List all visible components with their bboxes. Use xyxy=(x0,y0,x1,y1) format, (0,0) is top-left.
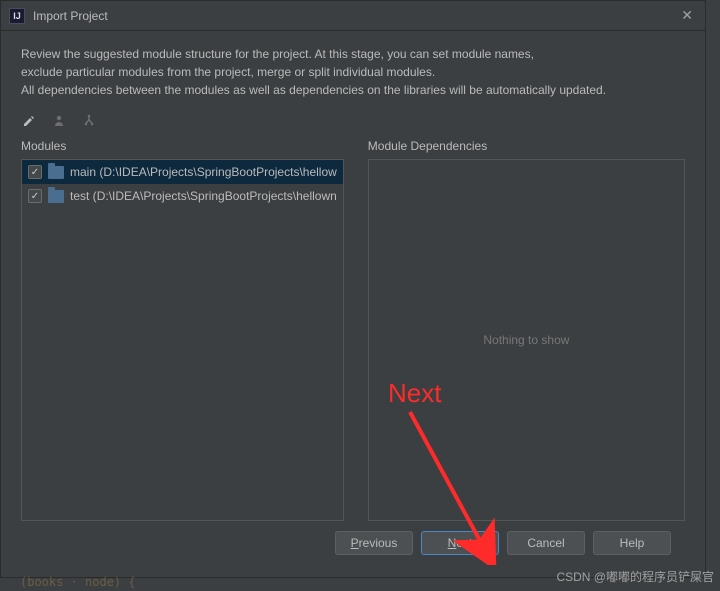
description-line: exclude particular modules from the proj… xyxy=(21,63,685,81)
previous-button[interactable]: Previous xyxy=(335,531,413,555)
toolbar xyxy=(21,111,685,135)
empty-state: Nothing to show xyxy=(483,333,569,347)
split-icon xyxy=(81,113,97,129)
button-bar: Previous Next Cancel Help xyxy=(21,521,685,569)
app-icon: IJ xyxy=(9,8,25,24)
dependencies-column: Module Dependencies Nothing to show xyxy=(368,139,685,521)
module-name: main (D:\IDEA\Projects\SpringBootProject… xyxy=(70,165,337,179)
folder-icon xyxy=(48,166,64,179)
help-button[interactable]: Help xyxy=(593,531,671,555)
module-name: test (D:\IDEA\Projects\SpringBootProject… xyxy=(70,189,337,203)
next-button[interactable]: Next xyxy=(421,531,499,555)
cancel-button[interactable]: Cancel xyxy=(507,531,585,555)
module-checkbox[interactable]: ✓ xyxy=(28,165,42,179)
description-line: Review the suggested module structure fo… xyxy=(21,45,685,63)
content-area: Modules ✓ main (D:\IDEA\Projects\SpringB… xyxy=(21,139,685,521)
modules-label: Modules xyxy=(21,139,344,153)
dialog-body: Review the suggested module structure fo… xyxy=(1,31,705,577)
module-checkbox[interactable]: ✓ xyxy=(28,189,42,203)
merge-icon xyxy=(51,113,67,129)
module-row[interactable]: ✓ test (D:\IDEA\Projects\SpringBootProje… xyxy=(22,184,343,208)
import-project-dialog: IJ Import Project ✕ Review the suggested… xyxy=(0,0,706,578)
dependencies-list: Nothing to show xyxy=(368,159,685,521)
window-title: Import Project xyxy=(33,9,677,23)
dependencies-label: Module Dependencies xyxy=(368,139,685,153)
modules-column: Modules ✓ main (D:\IDEA\Projects\SpringB… xyxy=(21,139,344,521)
module-row[interactable]: ✓ main (D:\IDEA\Projects\SpringBootProje… xyxy=(22,160,343,184)
description-line: All dependencies between the modules as … xyxy=(21,81,685,99)
modules-list[interactable]: ✓ main (D:\IDEA\Projects\SpringBootProje… xyxy=(21,159,344,521)
folder-icon xyxy=(48,190,64,203)
rename-icon[interactable] xyxy=(21,113,37,129)
close-icon[interactable]: ✕ xyxy=(677,7,697,24)
titlebar: IJ Import Project ✕ xyxy=(1,1,705,31)
